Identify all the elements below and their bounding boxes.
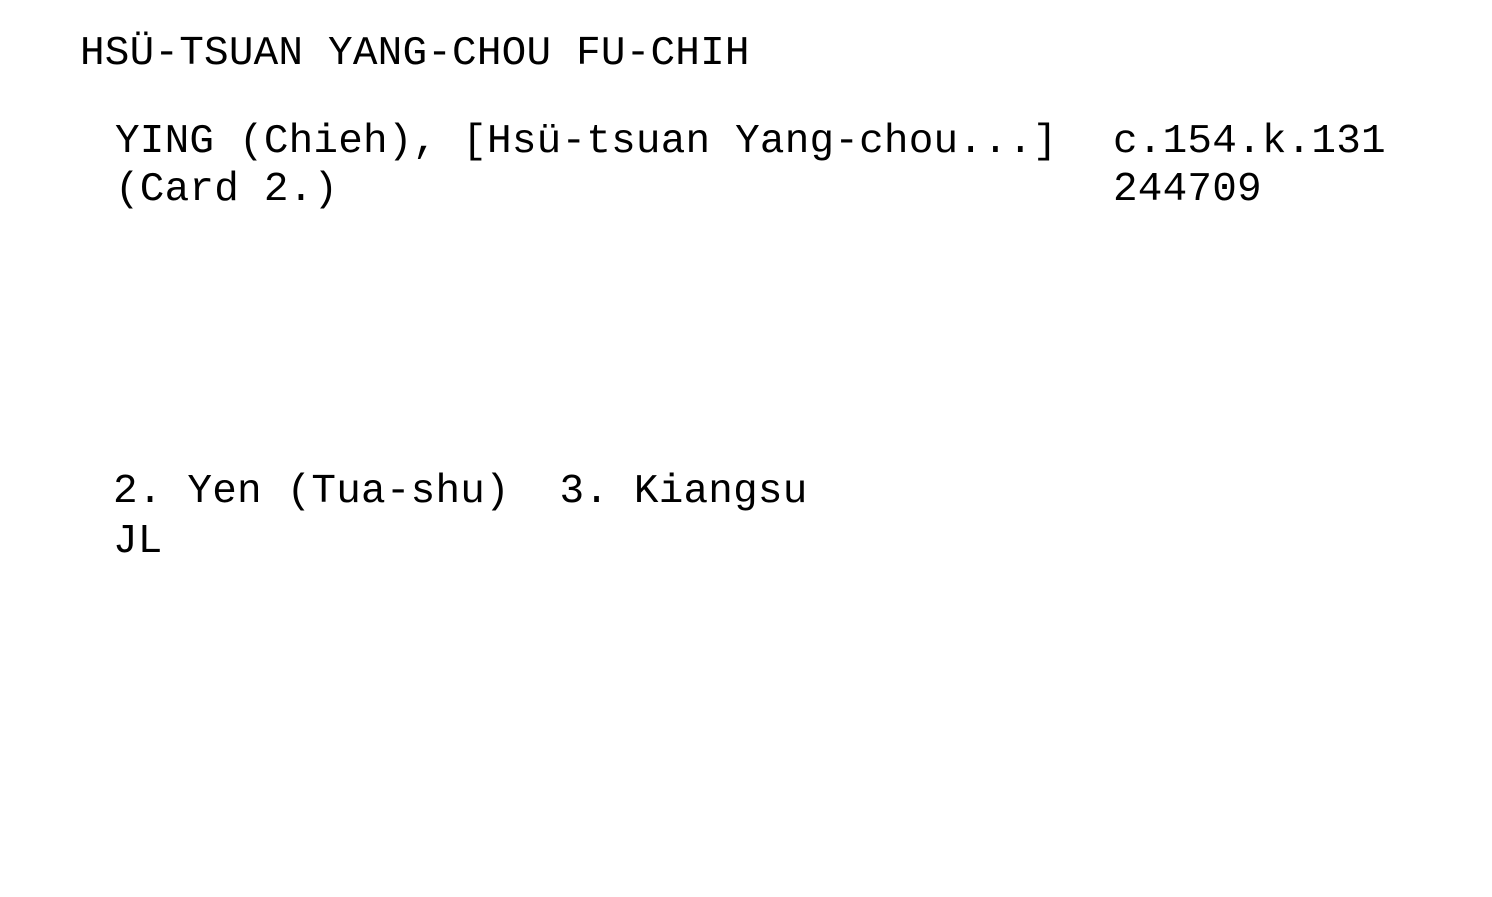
tracings: 2. Yen (Tua-shu) 3. Kiangsu [113, 469, 808, 515]
accession-number: 244709 [1113, 167, 1262, 213]
entry-line-2: (Card 2.) [115, 167, 339, 213]
shelfmark: c.154.k.131 [1113, 119, 1386, 165]
cataloguer-initials: JL [113, 519, 163, 565]
entry-line-1: YING (Chieh), [Hsü-tsuan Yang-chou...] [115, 119, 1058, 165]
card-heading: HSÜ-TSUAN YANG-CHOU FU-CHIH [80, 31, 750, 77]
